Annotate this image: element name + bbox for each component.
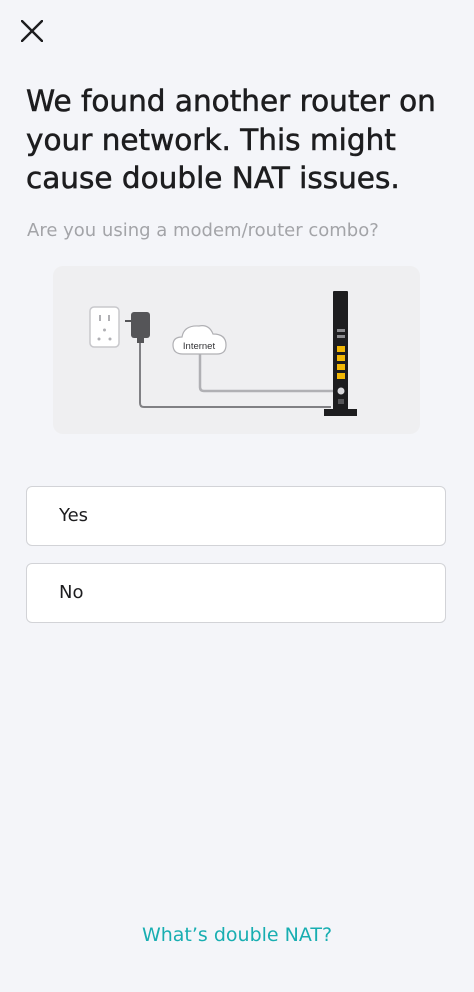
modem-router-icon <box>324 291 357 416</box>
close-button[interactable] <box>16 15 48 47</box>
option-no-label: No <box>59 582 84 603</box>
cloud-icon: Internet <box>172 325 227 355</box>
option-yes-label: Yes <box>59 505 89 526</box>
cloud-label: Internet <box>183 341 216 352</box>
wall-outlet-icon <box>89 306 120 348</box>
option-no-button[interactable]: No <box>26 563 446 623</box>
close-icon <box>21 20 43 42</box>
power-adapter-icon <box>125 312 150 343</box>
modem-router-illustration: Internet <box>53 266 420 434</box>
option-yes-button[interactable]: Yes <box>26 486 446 546</box>
question-text: Are you using a modem/router combo? <box>27 220 379 241</box>
page-title: We found another router on your network.… <box>26 84 436 196</box>
whats-double-nat-link[interactable]: What’s double NAT? <box>0 922 474 948</box>
